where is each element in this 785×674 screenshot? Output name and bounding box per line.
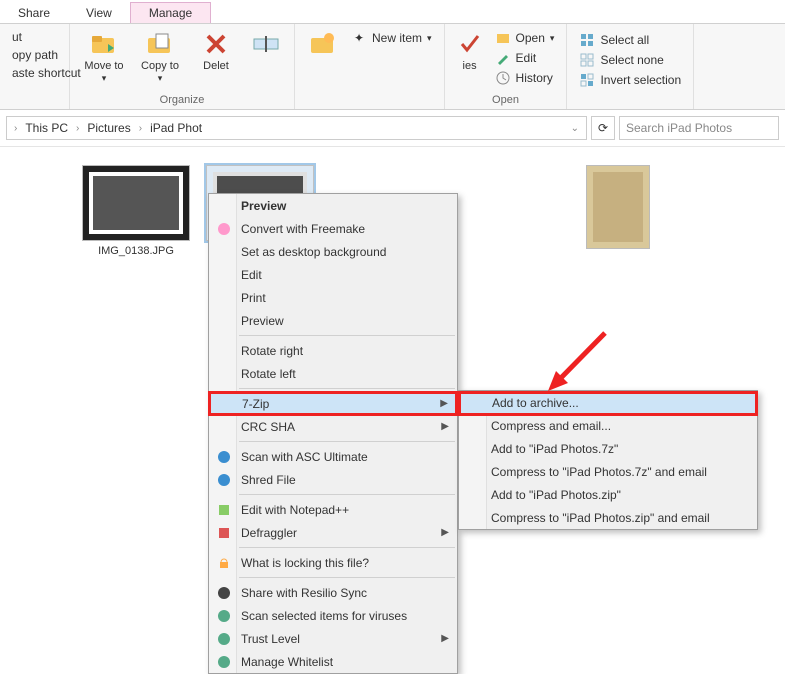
rename-icon — [250, 28, 282, 60]
history-button[interactable]: History — [491, 68, 559, 88]
paste-shortcut-button[interactable]: aste shortcut — [8, 64, 61, 82]
tab-view[interactable]: View — [68, 3, 130, 23]
sub-compress-zip-email[interactable]: Compress to "iPad Photos.zip" and email — [459, 506, 757, 529]
breadcrumb-pictures[interactable]: Pictures — [84, 121, 133, 135]
select-all-button[interactable]: Select all — [575, 30, 685, 50]
lock-icon — [215, 554, 233, 572]
ctx-whitelist[interactable]: Manage Whitelist — [209, 650, 457, 673]
submenu-arrow-icon: ▶ — [441, 633, 449, 644]
chevron-down-icon[interactable]: ⌄ — [568, 123, 582, 134]
sparkle-icon: ✦ — [351, 30, 367, 46]
ctx-print[interactable]: Print — [209, 286, 457, 309]
resilio-icon — [215, 584, 233, 602]
select-none-icon — [579, 52, 595, 68]
file-pane[interactable]: IMG_0138.JPG Preview Convert with Freema… — [0, 147, 785, 526]
invert-selection-button[interactable]: Invert selection — [575, 70, 685, 90]
invert-icon — [579, 72, 595, 88]
ctx-asc-scan[interactable]: Scan with ASC Ultimate — [209, 445, 457, 468]
file-label: IMG_0138.JPG — [98, 245, 174, 257]
ctx-virus-scan[interactable]: Scan selected items for viruses — [209, 604, 457, 627]
sub-compress-7z-email[interactable]: Compress to "iPad Photos.7z" and email — [459, 460, 757, 483]
folder-new-icon — [307, 28, 339, 60]
sub-add-archive[interactable]: Add to archive... — [459, 391, 757, 414]
select-all-icon — [579, 32, 595, 48]
tab-manage[interactable]: Manage — [130, 2, 211, 23]
file-thumbnail[interactable]: IMG_0138.JPG — [82, 165, 190, 257]
open-button[interactable]: Open ▾ — [491, 28, 559, 48]
open-icon — [495, 30, 511, 46]
breadcrumb-folder[interactable]: iPad Phot — [147, 121, 205, 135]
chevron-right-icon: › — [136, 123, 145, 134]
breadcrumb-thispc[interactable]: This PC — [22, 121, 71, 135]
search-input[interactable]: Search iPad Photos — [619, 116, 779, 140]
ctx-preview2[interactable]: Preview — [209, 309, 457, 332]
sub-compress-email[interactable]: Compress and email... — [459, 414, 757, 437]
ctx-shred[interactable]: Shred File — [209, 468, 457, 491]
shred-icon — [215, 471, 233, 489]
ribbon: ut opy path aste shortcut Move to▾ Copy … — [0, 24, 785, 110]
submenu-arrow-icon: ▶ — [441, 527, 449, 538]
copy-to-button[interactable]: Copy to▾ — [134, 26, 186, 86]
edit-pencil-icon — [495, 50, 511, 66]
defrag-icon — [215, 524, 233, 542]
ctx-defraggler[interactable]: Defraggler▶ — [209, 521, 457, 544]
freemake-icon — [215, 220, 233, 238]
ctx-notepadpp[interactable]: Edit with Notepad++ — [209, 498, 457, 521]
ctx-freemake[interactable]: Convert with Freemake — [209, 217, 457, 240]
ctx-resilio[interactable]: Share with Resilio Sync — [209, 581, 457, 604]
ctx-trust[interactable]: Trust Level▶ — [209, 627, 457, 650]
rename-button[interactable] — [246, 26, 286, 62]
sub-add-zip[interactable]: Add to "iPad Photos.zip" — [459, 483, 757, 506]
group-open-label: Open — [453, 92, 559, 109]
check-icon — [454, 28, 486, 60]
folder-copy-icon — [144, 28, 176, 60]
delete-button[interactable]: Delet — [190, 26, 242, 75]
new-folder-button[interactable] — [303, 26, 343, 62]
copy-path-button[interactable]: opy path — [8, 46, 61, 64]
sub-add-7z[interactable]: Add to "iPad Photos.7z" — [459, 437, 757, 460]
breadcrumb[interactable]: › This PC › Pictures › iPad Phot ⌄ — [6, 116, 587, 140]
ctx-edit[interactable]: Edit — [209, 263, 457, 286]
edit-button[interactable]: Edit — [491, 48, 559, 68]
refresh-icon: ⟳ — [598, 121, 608, 135]
ctx-locking[interactable]: What is locking this file? — [209, 551, 457, 574]
history-clock-icon — [495, 70, 511, 86]
refresh-button[interactable]: ⟳ — [591, 116, 615, 140]
folder-move-icon — [88, 28, 120, 60]
delete-x-icon — [200, 28, 232, 60]
shield-icon — [215, 607, 233, 625]
properties-button[interactable]: ies — [453, 26, 487, 75]
submenu-arrow-icon: ▶ — [441, 421, 449, 432]
ctx-rotate-left[interactable]: Rotate left — [209, 362, 457, 385]
ctx-rotate-right[interactable]: Rotate right — [209, 339, 457, 362]
group-organize-label: Organize — [78, 92, 286, 109]
ctx-7zip[interactable]: 7-Zip▶ — [209, 392, 457, 415]
cut-button[interactable]: ut — [8, 28, 61, 46]
chevron-right-icon: › — [73, 123, 82, 134]
asc-icon — [215, 448, 233, 466]
address-bar: › This PC › Pictures › iPad Phot ⌄ ⟳ Sea… — [0, 110, 785, 147]
file-thumbnail[interactable] — [586, 165, 650, 257]
ctx-crcsha[interactable]: CRC SHA▶ — [209, 415, 457, 438]
select-none-button[interactable]: Select none — [575, 50, 685, 70]
trust-icon — [215, 630, 233, 648]
context-submenu-7zip: Add to archive... Compress and email... … — [458, 390, 758, 530]
chevron-right-icon: › — [11, 123, 20, 134]
submenu-arrow-icon: ▶ — [440, 398, 448, 409]
context-menu: Preview Convert with Freemake Set as des… — [208, 193, 458, 674]
tab-share[interactable]: Share — [0, 3, 68, 23]
ctx-wallpaper[interactable]: Set as desktop background — [209, 240, 457, 263]
ctx-preview[interactable]: Preview — [209, 194, 457, 217]
whitelist-icon — [215, 653, 233, 671]
npp-icon — [215, 501, 233, 519]
move-to-button[interactable]: Move to▾ — [78, 26, 130, 86]
new-item-button[interactable]: ✦New item ▾ — [347, 28, 436, 48]
